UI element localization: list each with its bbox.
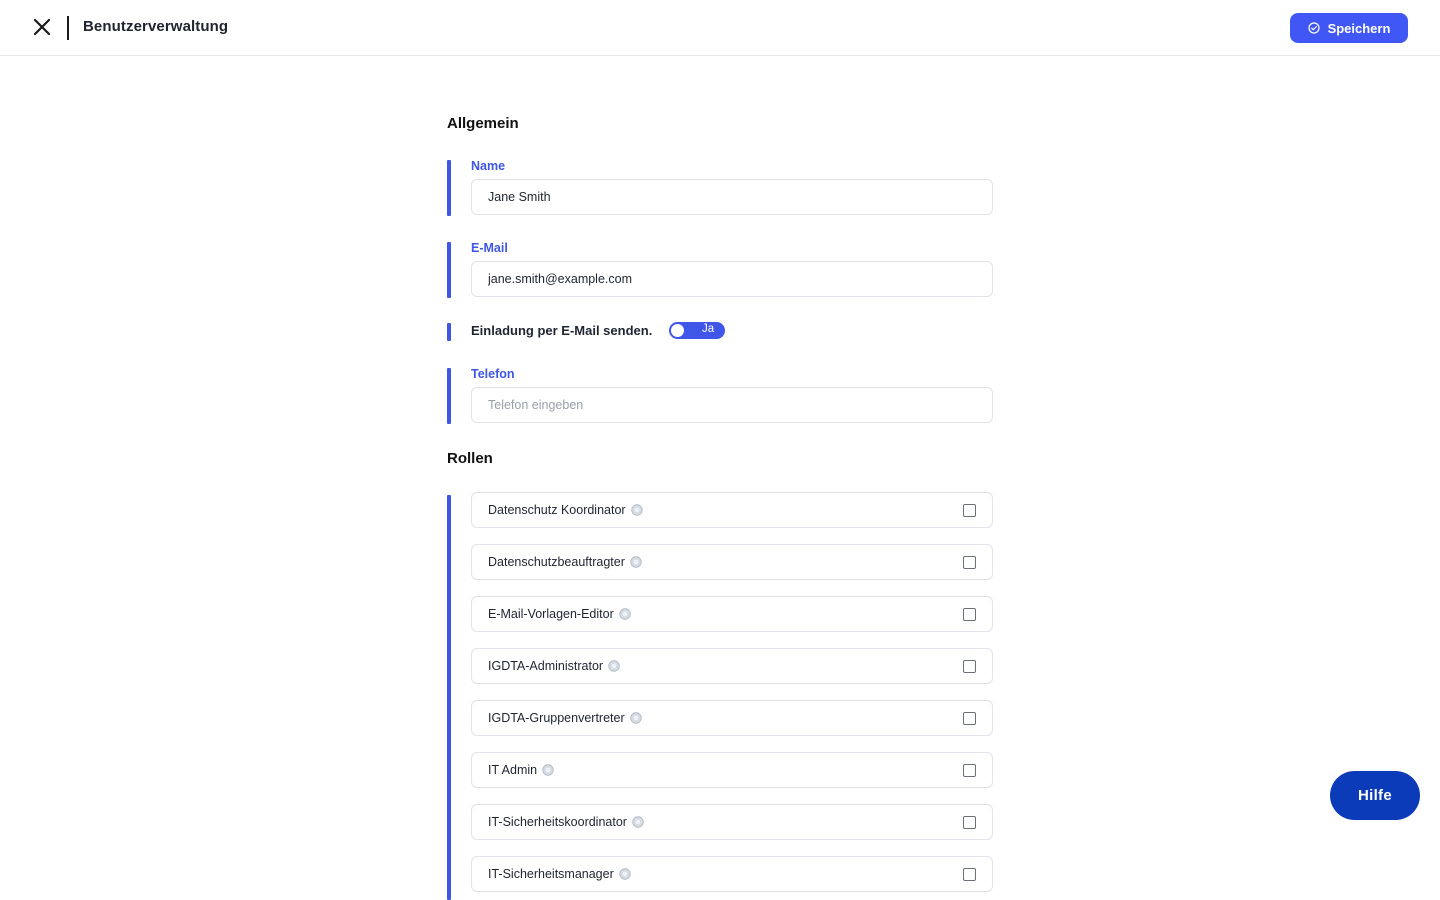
title-divider (67, 16, 69, 40)
close-button[interactable] (28, 13, 56, 41)
close-icon[interactable] (32, 17, 52, 37)
page-title: Benutzerverwaltung (83, 18, 229, 35)
save-button-label: Speichern (1327, 20, 1391, 36)
role-checkbox[interactable] (963, 868, 976, 881)
info-icon[interactable] (630, 556, 642, 568)
info-icon[interactable] (630, 504, 643, 516)
section-title-roles: Rollen (447, 450, 493, 467)
role-row-datenschutz-koordinator[interactable]: Datenschutz Koordinator (471, 492, 993, 528)
role-label: IGDTA-Gruppenvertreter (488, 711, 625, 725)
email-input[interactable] (471, 261, 993, 297)
info-icon[interactable] (542, 764, 554, 776)
name-label: Name (471, 159, 506, 173)
toggle-knob (671, 324, 684, 337)
name-input[interactable] (471, 179, 993, 215)
user-form: Allgemein Name E-Mail Einladung per E-Ma… (447, 0, 993, 900)
role-label: IT Admin (488, 763, 538, 777)
phone-label: Telefon (471, 367, 515, 381)
toggle-text: Ja (702, 323, 715, 335)
field-accent-bar (447, 323, 451, 341)
phone-input[interactable] (471, 387, 993, 423)
role-checkbox[interactable] (963, 504, 976, 517)
invite-toggle[interactable]: Ja (669, 322, 725, 339)
role-label: Datenschutzbeauftragter (488, 555, 625, 569)
role-checkbox[interactable] (963, 764, 976, 777)
field-accent-bar (447, 242, 451, 298)
roles-accent-bar (447, 495, 451, 900)
field-accent-bar (447, 160, 451, 216)
info-icon[interactable] (629, 712, 642, 724)
role-checkbox[interactable] (963, 712, 976, 725)
role-row-datenschutzbeauftragter[interactable]: Datenschutzbeauftragter (471, 544, 993, 580)
role-checkbox[interactable] (963, 660, 976, 673)
section-title-general: Allgemein (447, 115, 519, 132)
role-label: Datenschutz Koordinator (488, 503, 626, 517)
info-icon[interactable] (632, 816, 644, 828)
role-checkbox[interactable] (963, 608, 976, 621)
info-icon[interactable] (619, 868, 631, 880)
help-button-label: Hilfe (1357, 787, 1392, 804)
help-button[interactable]: Hilfe (1330, 771, 1420, 820)
role-checkbox[interactable] (963, 556, 976, 569)
role-row-igdta-gruppenvertreter[interactable]: IGDTA-Gruppenvertreter (471, 700, 993, 736)
info-icon[interactable] (619, 608, 631, 620)
info-icon[interactable] (608, 660, 620, 672)
role-label: IT-Sicherheitsmanager (488, 867, 614, 881)
role-row-it-admin[interactable]: IT Admin (471, 752, 993, 788)
invite-label: Einladung per E-Mail senden. (471, 323, 653, 338)
role-label: IT-Sicherheitskoordinator (488, 815, 627, 829)
field-accent-bar (447, 368, 451, 424)
role-label: E-Mail-Vorlagen-Editor (488, 607, 614, 621)
role-row-email-vorlagen-editor[interactable]: E-Mail-Vorlagen-Editor (471, 596, 993, 632)
role-checkbox[interactable] (963, 816, 976, 829)
save-button[interactable]: Speichern (1290, 13, 1408, 43)
role-row-igdta-administrator[interactable]: IGDTA-Administrator (471, 648, 993, 684)
role-row-it-sicherheitsmanager[interactable]: IT-Sicherheitsmanager (471, 856, 993, 892)
check-circle-icon (1307, 22, 1320, 34)
role-label: IGDTA-Administrator (488, 659, 604, 673)
email-label: E-Mail (471, 241, 508, 255)
role-row-it-sicherheitskoordinator[interactable]: IT-Sicherheitskoordinator (471, 804, 993, 840)
